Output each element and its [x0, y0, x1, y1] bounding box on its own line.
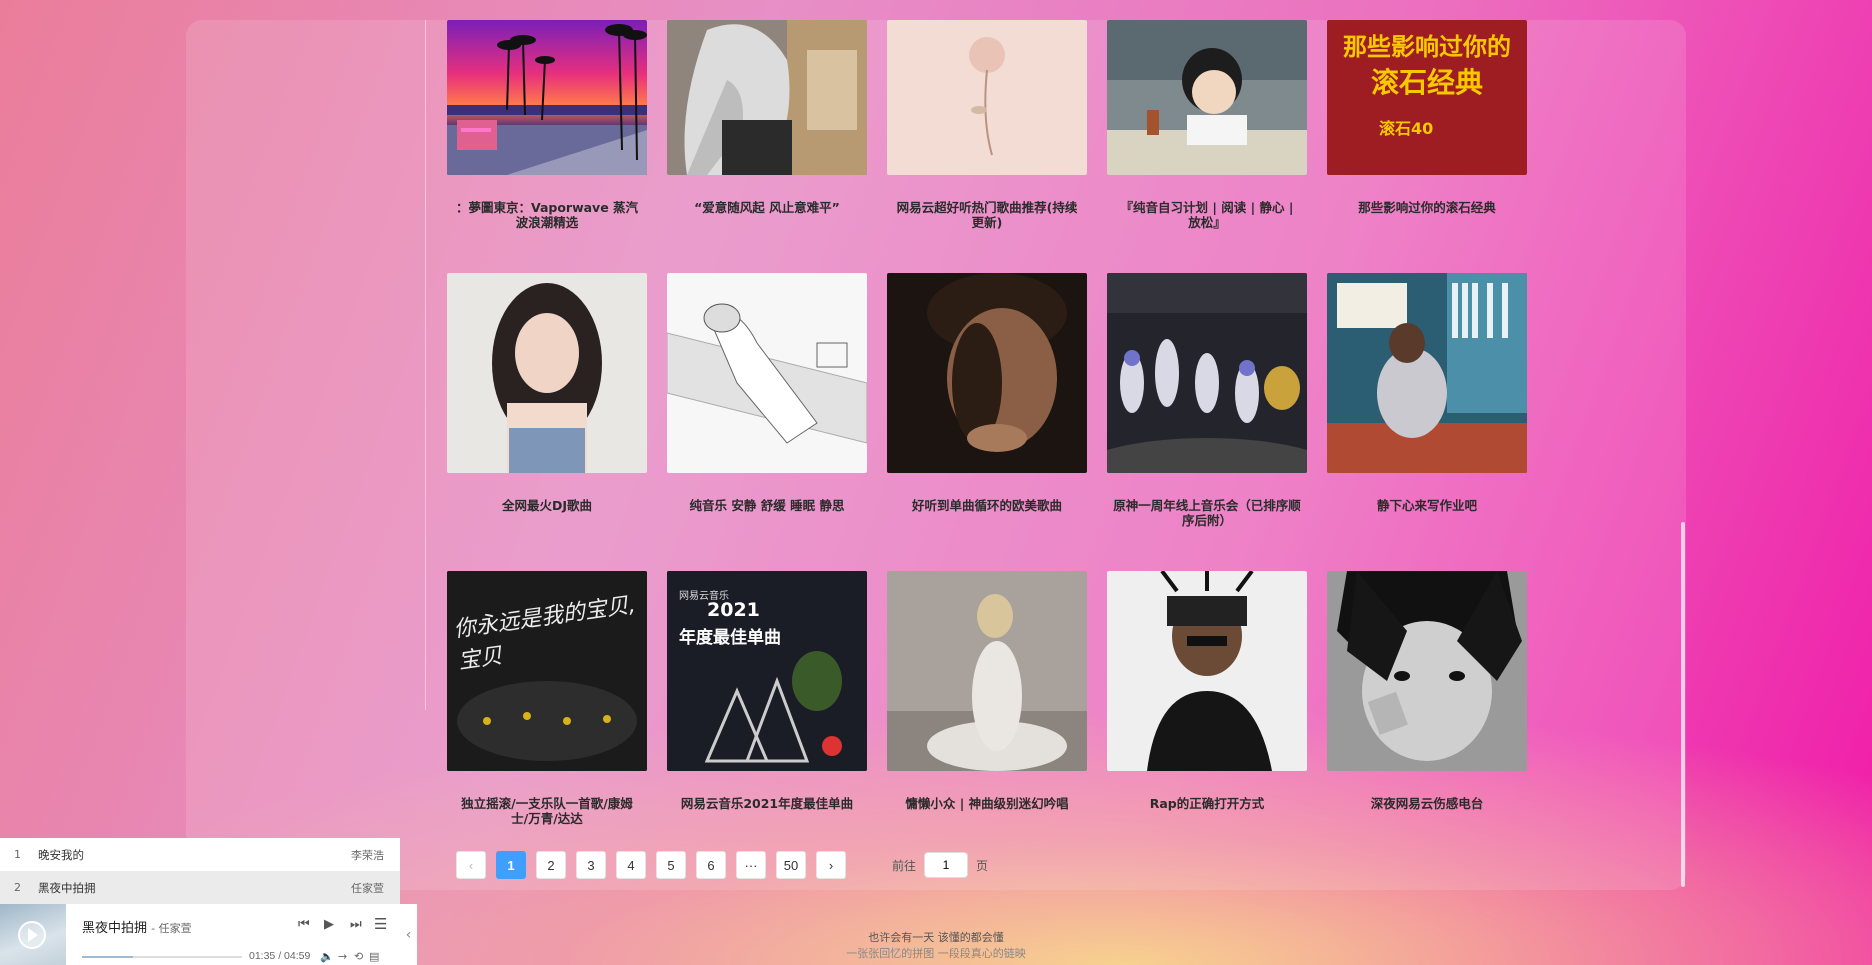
playlist-cover[interactable]	[1327, 273, 1527, 473]
playlist-title[interactable]: 全网最火DJ歌曲	[447, 498, 647, 513]
goto-page-input[interactable]	[924, 852, 969, 878]
queue-item[interactable]: 2 黑夜中拍拥 任家萱	[0, 871, 400, 904]
playlist-title[interactable]: 网易云超好听热门歌曲推荐(持续更新)	[887, 200, 1087, 230]
playlist-title[interactable]: 网易云音乐2021年度最佳单曲	[667, 796, 867, 811]
playlist-cover[interactable]	[887, 571, 1087, 771]
playlist-card[interactable]: Rap的正确打开方式	[1107, 571, 1307, 811]
player-queue: 1 晚安我的 李荣浩 2 黑夜中拍拥 任家萱	[0, 838, 400, 904]
playlist-title[interactable]: 好听到单曲循环的欧美歌曲	[887, 498, 1087, 513]
previous-track-icon[interactable]: ⏮	[298, 917, 310, 932]
goto-suffix-label: 页	[976, 858, 989, 873]
play-icon[interactable]: ▶	[324, 917, 334, 932]
playlist-cover[interactable]	[1107, 20, 1307, 175]
playlist-card[interactable]: 全网最火DJ歌曲	[447, 273, 647, 513]
playlist-title[interactable]: 慵懒小众 | 神曲级别迷幻吟唱	[887, 796, 1087, 811]
playlist-cover[interactable]	[1327, 571, 1527, 771]
playlist-card[interactable]: ：夢圖東京：Vaporwave 蒸汽波浪潮精选	[447, 20, 647, 230]
playlist-title[interactable]: 『纯音自习计划 | 阅读 | 静心 | 放松』	[1107, 200, 1307, 230]
chevron-left-icon: ‹	[405, 926, 412, 943]
goto-page: 前往 页	[892, 852, 988, 878]
playlist-cover[interactable]: 那些影响过你的 滚石经典 滚石40	[1327, 20, 1527, 175]
progress-bar[interactable]	[82, 956, 242, 958]
playlist-menu-icon[interactable]: ☰	[374, 915, 387, 933]
page-button[interactable]: 2	[536, 851, 566, 879]
queue-number: 2	[14, 881, 21, 894]
pagination: ‹ 1 2 3 4 5 6 ··· 50 › 前往 页	[456, 851, 988, 879]
queue-item[interactable]: 1 晚安我的 李荣浩	[0, 838, 400, 871]
playlist-cover[interactable]	[447, 20, 647, 175]
playlist-cover[interactable]	[887, 273, 1087, 473]
cover-text: 年度最佳单曲	[679, 628, 781, 648]
music-player: 黑夜中拍拥 - 任家萱 ⏮ ▶ ⏭ ☰ 01:35 / 04:59 🔈 → ⟲ …	[0, 904, 400, 965]
goto-prefix-label: 前往	[892, 858, 917, 873]
playlist-title[interactable]: 静下心来写作业吧	[1327, 498, 1527, 513]
playlist-title[interactable]: 纯音乐 安静 舒缓 睡眠 静思	[667, 498, 867, 513]
playlist-cover[interactable]	[667, 20, 867, 175]
playlist-title[interactable]: Rap的正确打开方式	[1107, 796, 1307, 811]
page-button[interactable]: 4	[616, 851, 646, 879]
playlist-cover[interactable]	[1107, 273, 1307, 473]
page-button[interactable]: 5	[656, 851, 686, 879]
next-page-button[interactable]: ›	[816, 851, 846, 879]
now-playing-artist: 任家萱	[158, 922, 192, 935]
playlist-cover[interactable]: 你永远是我的宝贝,宝贝	[447, 571, 647, 771]
scrollbar[interactable]	[1681, 522, 1685, 887]
page-button[interactable]: 3	[576, 851, 606, 879]
playlist-title[interactable]: “爱意随风起 风止意难平”	[667, 200, 867, 215]
next-track-icon[interactable]: ⏭	[350, 917, 362, 932]
player-cover[interactable]	[0, 904, 66, 965]
playlist-card[interactable]: 好听到单曲循环的欧美歌曲	[887, 273, 1087, 513]
playlist-title[interactable]: ：夢圖東京：Vaporwave 蒸汽波浪潮精选	[447, 200, 647, 230]
queue-artist: 任家萱	[351, 881, 384, 895]
page-button[interactable]: 50	[776, 851, 806, 879]
lyrics-icon[interactable]: ▤	[369, 950, 379, 963]
playlist-card[interactable]: 网易云音乐 2021 年度最佳单曲 网易云音乐2021年度最佳单曲	[667, 571, 867, 811]
sidebar-divider	[425, 20, 426, 710]
playlist-card[interactable]: 『纯音自习计划 | 阅读 | 静心 | 放松』	[1107, 20, 1307, 230]
playlist-card[interactable]: 深夜网易云伤感电台	[1327, 571, 1527, 811]
playlist-card[interactable]: “爱意随风起 风止意难平”	[667, 20, 867, 215]
playlist-card[interactable]: 网易云超好听热门歌曲推荐(持续更新)	[887, 20, 1087, 230]
volume-icon[interactable]: 🔈	[320, 950, 334, 963]
play-circle-icon[interactable]	[0, 904, 66, 965]
queue-song-name: 黑夜中拍拥	[38, 880, 96, 895]
progress-fill	[82, 956, 134, 958]
now-playing-song: 黑夜中拍拥	[82, 921, 148, 936]
playlist-title[interactable]: 原神一周年线上音乐会（已排序顺序后附）	[1107, 498, 1307, 528]
play-order-icon[interactable]: →	[338, 950, 347, 963]
playlist-cover[interactable]	[1107, 571, 1307, 771]
playlist-cover[interactable]	[667, 273, 867, 473]
playlist-title[interactable]: 那些影响过你的滚石经典	[1327, 200, 1527, 215]
prev-page-button[interactable]: ‹	[456, 851, 486, 879]
playlist-cover[interactable]	[887, 20, 1087, 175]
playlist-card[interactable]: 纯音乐 安静 舒缓 睡眠 静思	[667, 273, 867, 513]
playback-time: 01:35 / 04:59	[249, 950, 311, 962]
playlist-card[interactable]: 静下心来写作业吧	[1327, 273, 1527, 513]
page-button[interactable]: 1	[496, 851, 526, 879]
playlist-card[interactable]: 那些影响过你的 滚石经典 滚石40 那些影响过你的滚石经典	[1327, 20, 1527, 215]
cover-text: 那些影响过你的	[1343, 33, 1511, 61]
playlist-card[interactable]: 慵懒小众 | 神曲级别迷幻吟唱	[887, 571, 1087, 811]
collapse-player-button[interactable]: ‹	[400, 904, 417, 965]
cover-text: 滚石经典	[1370, 66, 1483, 99]
now-playing: 黑夜中拍拥 - 任家萱	[82, 921, 192, 936]
cover-badge: 滚石40	[1379, 119, 1434, 138]
playlist-card[interactable]: 原神一周年线上音乐会（已排序顺序后附）	[1107, 273, 1307, 528]
player-info: 黑夜中拍拥 - 任家萱 ⏮ ▶ ⏭ ☰ 01:35 / 04:59 🔈 → ⟲ …	[66, 904, 400, 965]
playlist-card[interactable]: 你永远是我的宝贝,宝贝 独立摇滚/一支乐队一首歌/康姆士/万青/达达	[447, 571, 647, 826]
playlist-cover[interactable]: 网易云音乐 2021 年度最佳单曲	[667, 571, 867, 771]
playlist-title[interactable]: 深夜网易云伤感电台	[1327, 796, 1527, 811]
queue-artist: 李荣浩	[351, 848, 384, 862]
more-pages-button[interactable]: ···	[736, 851, 766, 879]
queue-song-name: 晚安我的	[38, 847, 84, 862]
loop-icon[interactable]: ⟲	[354, 950, 363, 963]
playlist-title[interactable]: 独立摇滚/一支乐队一首歌/康姆士/万青/达达	[447, 796, 647, 826]
playlist-cover[interactable]	[447, 273, 647, 473]
page-button[interactable]: 6	[696, 851, 726, 879]
queue-number: 1	[14, 848, 21, 861]
cover-text: 2021	[707, 599, 760, 621]
